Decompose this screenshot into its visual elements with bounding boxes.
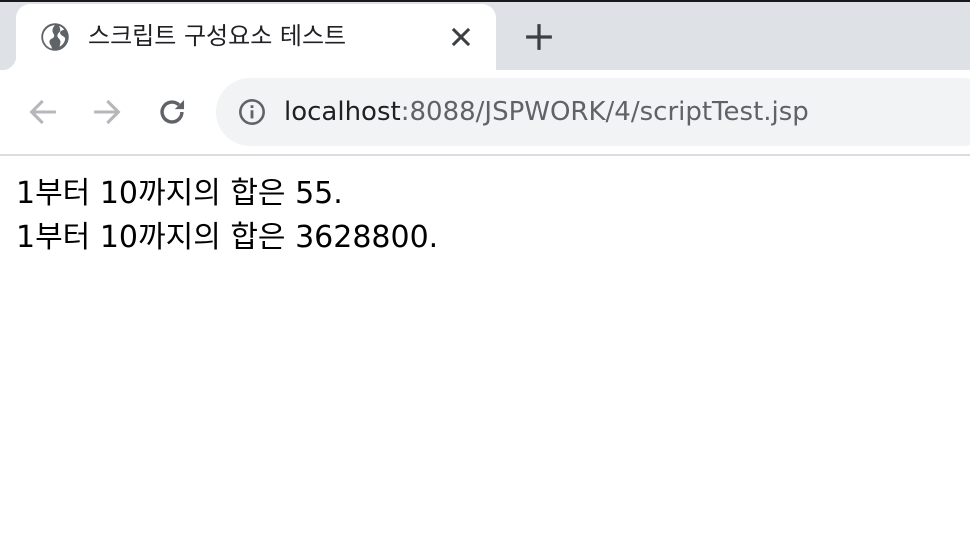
page-content: 1부터 10까지의 합은 55. 1부터 10까지의 합은 3628800.	[16, 172, 438, 260]
close-icon[interactable]	[448, 24, 474, 50]
active-tab[interactable]: 스크립트 구성요소 테스트	[2, 4, 496, 70]
toolbar: localhost:8088/JSPWORK/4/scriptTest.jsp	[0, 70, 970, 154]
tab-curve	[2, 56, 16, 70]
url-text[interactable]: localhost:8088/JSPWORK/4/scriptTest.jsp	[284, 96, 809, 128]
arrow-left-icon[interactable]	[26, 95, 60, 129]
info-icon[interactable]	[238, 98, 266, 126]
browser-window: 스크립트 구성요소 테스트 localhost:8088/JSPWORK/4/s…	[0, 0, 970, 560]
address-bar[interactable]: localhost:8088/JSPWORK/4/scriptTest.jsp	[216, 78, 970, 146]
sum-result-line: 1부터 10까지의 합은 55.	[16, 176, 343, 211]
url-path: :8088/JSPWORK/4/scriptTest.jsp	[400, 97, 809, 127]
tab-strip: 스크립트 구성요소 테스트	[0, 2, 970, 70]
reload-icon[interactable]	[155, 95, 189, 129]
arrow-right-icon[interactable]	[90, 95, 124, 129]
url-host: localhost	[284, 97, 401, 127]
plus-icon[interactable]	[524, 22, 554, 52]
tab-title: 스크립트 구성요소 테스트	[88, 22, 347, 50]
toolbar-divider	[0, 154, 970, 156]
globe-icon	[41, 23, 69, 51]
product-result-line: 1부터 10까지의 합은 3628800.	[16, 220, 439, 255]
